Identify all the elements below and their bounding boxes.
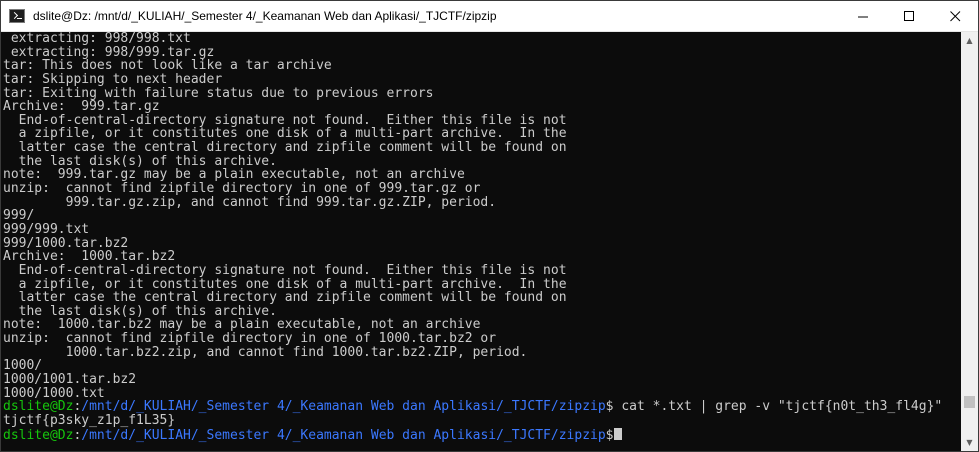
terminal-output[interactable]: extracting: 998/998.txt extracting: 998/… [1, 32, 962, 451]
terminal-line: Archive: 999.tar.gz [3, 99, 160, 115]
scrollbar-thumb[interactable] [964, 396, 975, 408]
arrow-down-icon: ▼ [966, 438, 973, 447]
terminal-line: End-of-central-directory signature not f… [3, 262, 567, 278]
close-button[interactable] [932, 1, 978, 31]
terminal-line: extracting: 998/998.txt [3, 32, 191, 46]
terminal-line: latter case the central directory and zi… [3, 290, 567, 306]
terminal-line: 999/999.txt [3, 221, 90, 237]
terminal-line: 999/1000.tar.bz2 [3, 235, 129, 251]
terminal-window: dslite@Dz: /mnt/d/_KULIAH/_Semester 4/_K… [0, 0, 979, 452]
minimize-icon [857, 16, 868, 17]
window-title: dslite@Dz: /mnt/d/_KULIAH/_Semester 4/_K… [33, 9, 497, 23]
terminal-line: 1000/1001.tar.bz2 [3, 372, 137, 388]
terminal-line: 1000/ [3, 358, 43, 374]
command-text: cat *.txt | grep -v "tjctf{n0t_th3_fl4g}… [613, 399, 943, 415]
prompt-line-current[interactable]: dslite@Dz:/mnt/d/_KULIAH/_Semester 4/_Ke… [3, 427, 962, 443]
maximize-icon [903, 10, 914, 21]
terminal-line: unzip: cannot find zipfile directory in … [3, 331, 497, 347]
terminal-line: the last disk(s) of this archive. [3, 303, 277, 319]
console-icon [9, 9, 25, 23]
prompt-line-command: dslite@Dz:/mnt/d/_KULIAH/_Semester 4/_Ke… [3, 400, 962, 414]
terminal-log: extracting: 998/998.txt extracting: 998/… [3, 32, 962, 400]
terminal-line: 999.tar.gz.zip, and cannot find 999.tar.… [3, 194, 497, 210]
prompt-symbol: $ [605, 399, 614, 415]
scroll-down-button[interactable]: ▼ [961, 434, 978, 451]
prompt-user: dslite@Dz [3, 427, 74, 443]
terminal-line: latter case the central directory and zi… [3, 140, 567, 156]
minimize-button[interactable] [840, 1, 886, 31]
window-controls [840, 1, 978, 31]
arrow-up-icon: ▲ [966, 36, 973, 45]
terminal-line: End-of-central-directory signature not f… [3, 112, 567, 128]
terminal-line: tar: Skipping to next header [3, 71, 223, 87]
terminal-line: tar: Exiting with failure status due to … [3, 85, 434, 101]
terminal-line: extracting: 998/999.tar.gz [3, 44, 215, 60]
terminal-line: 999/ [3, 208, 35, 224]
terminal-line: a zipfile, or it constitutes one disk of… [3, 126, 567, 142]
terminal-line: a zipfile, or it constitutes one disk of… [3, 276, 567, 292]
terminal-line: 1000.tar.bz2.zip, and cannot find 1000.t… [3, 344, 528, 360]
text-cursor [613, 427, 622, 440]
vertical-scrollbar[interactable]: ▲ ▼ [961, 32, 978, 451]
terminal-line: the last disk(s) of this archive. [3, 153, 277, 169]
terminal-line: 1000/1000.txt [3, 385, 105, 401]
command-output: tjctf{p3sky_z1p_f1L35} [3, 412, 176, 428]
close-icon [949, 10, 960, 21]
terminal-line: unzip: cannot find zipfile directory in … [3, 181, 481, 197]
scrollbar-track[interactable] [961, 49, 978, 434]
terminal-line: note: 1000.tar.bz2 may be a plain execut… [3, 317, 481, 333]
prompt-path: /mnt/d/_KULIAH/_Semester 4/_Keamanan Web… [81, 427, 606, 443]
title-bar[interactable]: dslite@Dz: /mnt/d/_KULIAH/_Semester 4/_K… [1, 1, 978, 32]
terminal-line: note: 999.tar.gz may be a plain executab… [3, 167, 465, 183]
prompt-symbol: $ [605, 427, 614, 443]
maximize-button[interactable] [886, 1, 932, 31]
terminal-line: Archive: 1000.tar.bz2 [3, 249, 176, 265]
scroll-up-button[interactable]: ▲ [961, 32, 978, 49]
terminal-line: tar: This does not look like a tar archi… [3, 58, 332, 74]
